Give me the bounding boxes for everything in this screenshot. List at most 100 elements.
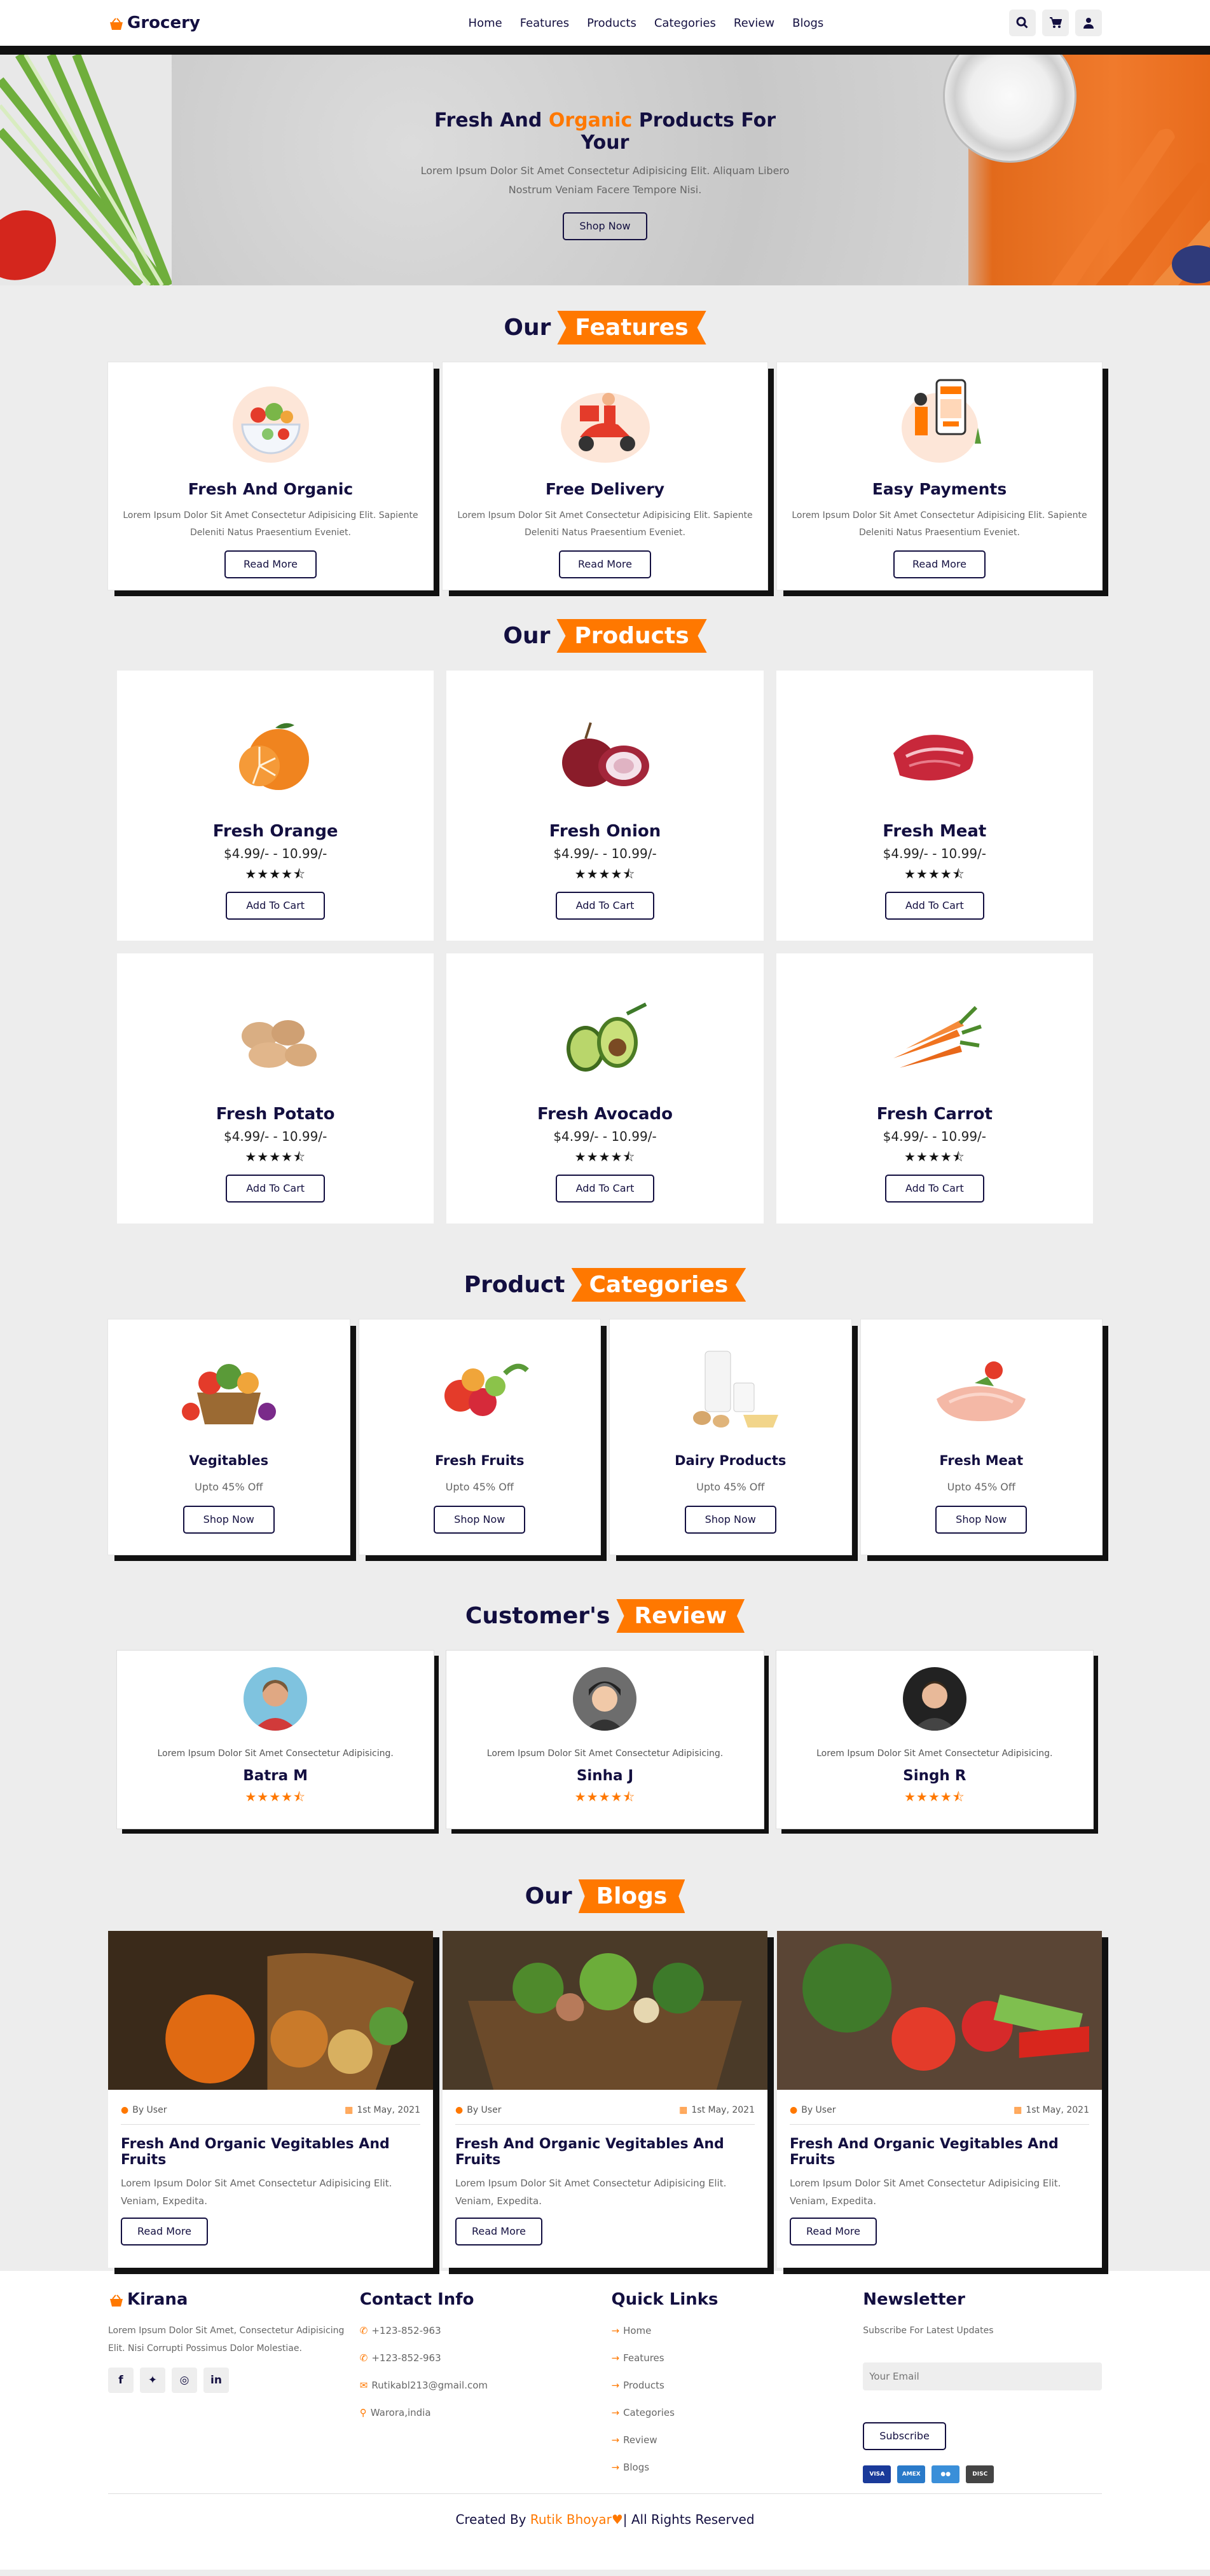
rating-stars-icon: ★★★★⯪ — [245, 866, 306, 882]
hero-carrots-image — [1051, 128, 1210, 285]
feature-card: Free Delivery Lorem Ipsum Dolor Sit Amet… — [442, 362, 768, 590]
search-icon[interactable] — [1008, 10, 1036, 36]
categories-heading: Product Categories — [108, 1268, 1102, 1302]
footer-link-products[interactable]: → Products — [612, 2376, 851, 2395]
product-name: Fresh Carrot — [876, 1105, 993, 1124]
review-text: Lorem Ipsum Dolor Sit Amet Consectetur A… — [816, 1748, 1053, 1759]
twitter-icon[interactable]: ✦ — [140, 2368, 165, 2393]
nav-home[interactable]: Home — [469, 17, 502, 30]
products-section: Our Products Fresh Orange $4.99/- - 10.99… — [108, 619, 1102, 1223]
calendar-icon: ▦ — [1014, 2105, 1022, 2115]
blog-card: ● By User ▦ 1st May, 2021 Fresh And Organi… — [777, 1931, 1102, 2268]
read-more-button[interactable]: Read More — [790, 2218, 877, 2245]
newsletter-text: Subscribe For Latest Updates — [863, 2326, 994, 2336]
user-icon[interactable] — [1075, 10, 1102, 36]
discover-card-icon: DISC — [966, 2465, 994, 2483]
arrow-right-icon: → — [611, 2352, 620, 2364]
add-to-cart-button[interactable]: Add To Cart — [555, 1175, 655, 1203]
hero-banner: Fresh And Organic Products For Your Lore… — [0, 55, 1210, 285]
blog-meta: ● By User ▦ 1st May, 2021 — [790, 2105, 1089, 2125]
hero-vegetables-left-image — [0, 55, 172, 285]
product-card: Fresh Avocado $4.99/- - 10.99/- ★★★★⯪ Ad… — [446, 953, 764, 1223]
review-card: Lorem Ipsum Dolor Sit Amet Consectetur A… — [116, 1650, 435, 1829]
shop-now-button[interactable]: Shop Now — [935, 1506, 1028, 1534]
product-card: Fresh Onion $4.99/- - 10.99/- ★★★★⯪ Add … — [446, 671, 764, 941]
logo-text: Grocery — [127, 13, 200, 32]
nav-review[interactable]: Review — [734, 17, 774, 30]
footer-link-categories[interactable]: → Categories — [612, 2404, 851, 2422]
contact-email[interactable]: ✉ Rutikabl213@gmail.com — [360, 2376, 599, 2395]
phone-icon: ✆ — [359, 2325, 368, 2336]
add-to-cart-button[interactable]: Add To Cart — [884, 1175, 984, 1203]
product-price: $4.99/- - 10.99/- — [553, 1129, 657, 1144]
review-card: Lorem Ipsum Dolor Sit Amet Consectetur A… — [775, 1650, 1094, 1829]
review-text: Lorem Ipsum Dolor Sit Amet Consectetur A… — [486, 1748, 724, 1759]
avocado-image — [446, 992, 763, 1087]
shop-now-button[interactable]: Shop Now — [182, 1506, 275, 1534]
nav-blogs[interactable]: Blogs — [792, 17, 823, 30]
email-input[interactable] — [863, 2362, 1102, 2390]
shop-now-button[interactable]: Shop Now — [563, 212, 647, 240]
footer-link-review[interactable]: → Review — [612, 2431, 851, 2450]
add-to-cart-button[interactable]: Add To Cart — [884, 892, 984, 920]
delivery-scooter-image — [451, 369, 759, 474]
category-name: Fresh Fruits — [435, 1453, 525, 1468]
arrow-right-icon: → — [611, 2462, 620, 2473]
features-heading: Our Features — [108, 311, 1102, 344]
carrot-image — [776, 992, 1093, 1087]
rating-stars-icon: ★★★★⯪ — [245, 1149, 306, 1164]
category-offer: Upto 45% Off — [445, 1481, 514, 1493]
add-to-cart-button[interactable]: Add To Cart — [226, 892, 326, 920]
arrow-right-icon: → — [611, 2434, 620, 2446]
shop-now-button[interactable]: Shop Now — [684, 1506, 776, 1534]
add-to-cart-button[interactable]: Add To Cart — [226, 1175, 326, 1203]
logo[interactable]: Grocery — [108, 13, 200, 32]
linkedin-icon[interactable]: in — [203, 2368, 229, 2393]
instagram-icon[interactable]: ◎ — [172, 2368, 197, 2393]
read-more-button[interactable]: Read More — [224, 550, 317, 578]
product-card: Fresh Orange $4.99/- - 10.99/- ★★★★⯪ Add… — [117, 671, 434, 941]
author-name[interactable]: Rutik Bhoyar — [530, 2512, 612, 2527]
product-name: Fresh Orange — [212, 822, 338, 841]
calendar-icon: ▦ — [679, 2105, 688, 2115]
envelope-icon: ✉ — [359, 2380, 368, 2391]
cart-icon[interactable] — [1042, 10, 1069, 36]
category-card: Vegitables Upto 45% Off Shop Now — [107, 1319, 350, 1555]
facebook-icon[interactable]: f — [108, 2368, 134, 2393]
contact-location[interactable]: ⚲ Warora,india — [360, 2404, 599, 2422]
hero-text: Lorem Ipsum Dolor Sit Amet Consectetur A… — [420, 165, 790, 196]
basket-icon — [108, 2293, 123, 2307]
contact-phone[interactable]: ✆ +123-852-963 — [360, 2349, 599, 2368]
basket-icon — [108, 17, 123, 30]
shop-now-button[interactable]: Shop Now — [434, 1506, 526, 1534]
blog-meta: ● By User ▦ 1st May, 2021 — [121, 2105, 420, 2125]
nav-categories[interactable]: Categories — [654, 17, 716, 30]
subscribe-button[interactable]: Subscribe — [863, 2422, 946, 2450]
read-more-button[interactable]: Read More — [893, 550, 986, 578]
avatar — [244, 1667, 308, 1731]
blog-date: ▦ 1st May, 2021 — [345, 2105, 420, 2115]
arrow-right-icon: → — [611, 2380, 620, 2391]
quick-links-title: Quick Links — [611, 2290, 718, 2309]
contact-phone[interactable]: ✆ +123-852-963 — [360, 2322, 599, 2340]
category-card: Dairy Products Upto 45% Off Shop Now — [609, 1319, 852, 1555]
add-to-cart-button[interactable]: Add To Cart — [555, 892, 655, 920]
blog-card: ● By User ▦ 1st May, 2021 Fresh And Organi… — [108, 1931, 433, 2268]
footer-link-blogs[interactable]: → Blogs — [612, 2458, 851, 2477]
category-offer: Upto 45% Off — [947, 1481, 1015, 1493]
products-heading: Our Products — [108, 619, 1102, 653]
rating-stars-icon: ★★★★⯪ — [574, 866, 636, 882]
nav-features[interactable]: Features — [520, 17, 569, 30]
category-offer: Upto 45% Off — [696, 1481, 765, 1493]
blog-author: ● By User — [455, 2105, 502, 2115]
footer-link-home[interactable]: → Home — [612, 2322, 851, 2340]
nav-products[interactable]: Products — [587, 17, 636, 30]
footer-logo[interactable]: Kirana — [108, 2290, 347, 2309]
category-name: Fresh Meat — [939, 1453, 1024, 1468]
read-more-button[interactable]: Read More — [559, 550, 651, 578]
footer-link-features[interactable]: → Features — [612, 2349, 851, 2368]
read-more-button[interactable]: Read More — [455, 2218, 542, 2245]
payment-icons: VISA AMEX ●● DISC — [863, 2465, 1102, 2483]
read-more-button[interactable]: Read More — [121, 2218, 208, 2245]
feature-title: Fresh And Organic — [188, 480, 354, 498]
